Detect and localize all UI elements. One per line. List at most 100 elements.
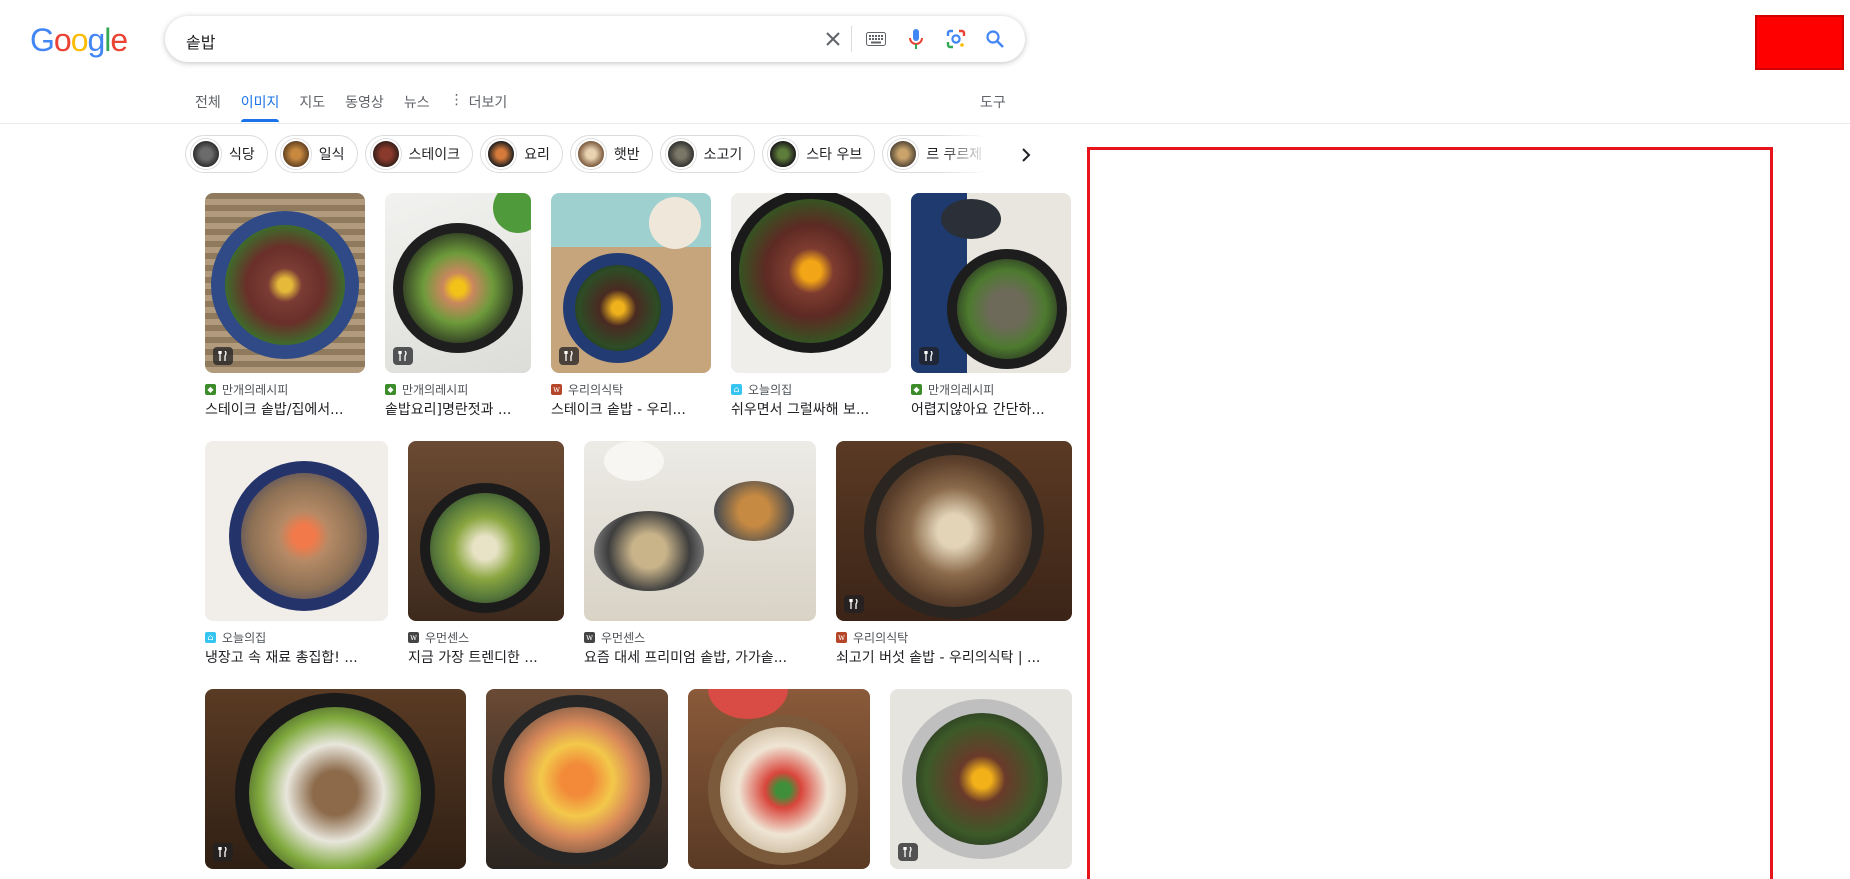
chip-restaurant[interactable]: 식당: [185, 135, 268, 173]
image-result[interactable]: ◆ 만개의레시피 솥밥요리]명란젓과 ...: [385, 193, 531, 420]
result-source: ⌂ 오늘의집: [731, 381, 891, 397]
tab-more[interactable]: ⋮ 더보기: [440, 86, 518, 122]
result-image[interactable]: [688, 689, 870, 869]
lens-icon[interactable]: [944, 27, 968, 51]
result-title[interactable]: 어렵지않아요 간단하...: [911, 400, 1071, 420]
recipe-badge: [559, 347, 579, 365]
chip-thumbnail: [370, 139, 401, 169]
results-row: [205, 689, 1072, 879]
image-result[interactable]: ◆ 만개의레시피 스테이크 솥밥/집에서...: [205, 193, 365, 420]
image-result[interactable]: ⌂ 오늘의집 냉장고 속 재료 총집합! ...: [205, 441, 388, 668]
search-input[interactable]: 솥밥: [186, 29, 215, 53]
keyboard-icon[interactable]: [864, 27, 888, 51]
result-title[interactable]: 요즘 대세 프리미엄 솥밥, 가가솥...: [584, 648, 816, 668]
result-image[interactable]: [731, 193, 891, 373]
result-title[interactable]: 쉬우면서 그럴싸해 보...: [731, 400, 891, 420]
chip-japanese[interactable]: 일식: [274, 135, 358, 173]
result-source: ◆ 만개의레시피: [385, 381, 531, 397]
result-source: w 우리의식탁: [551, 381, 711, 397]
page: Google 솥밥 전체 이미지 지도 동영상 뉴스 ⋮ 더보기 도구 식당 일…: [0, 0, 1850, 879]
chip-thumbnail: [575, 139, 606, 169]
food: [225, 225, 345, 345]
result-image[interactable]: [890, 689, 1072, 869]
image-result[interactable]: [486, 689, 668, 879]
chip-staub[interactable]: 스타 우브: [762, 135, 876, 173]
chip-label: 소고기: [703, 147, 743, 163]
chip-label: 스타 우브: [806, 147, 863, 163]
result-image[interactable]: [911, 193, 1071, 373]
image-result[interactable]: w 우먼센스 요즘 대세 프리미엄 솥밥, 가가솥...: [584, 441, 816, 668]
bowl: [649, 197, 701, 249]
site-favicon: w: [836, 631, 847, 643]
tab-videos[interactable]: 동영상: [335, 86, 394, 122]
refinement-chips: 식당 일식 스테이크 요리 햇반 소고기 스타 우브 르 쿠르제: [185, 135, 1010, 175]
recipe-badge: [919, 347, 939, 365]
recipe-badge: [213, 347, 233, 365]
search-box[interactable]: 솥밥: [165, 16, 1025, 62]
result-title[interactable]: 스테이크 솥밥 - 우리...: [551, 400, 711, 420]
image-result[interactable]: w 우먼센스 지금 가장 트렌디한 ...: [408, 441, 564, 668]
chip-cooking[interactable]: 요리: [480, 135, 563, 173]
google-logo[interactable]: Google: [30, 22, 128, 58]
image-result[interactable]: ◆ 만개의레시피 어렵지않아요 간단하...: [911, 193, 1071, 420]
chip-fade: [940, 135, 1010, 175]
food: [504, 707, 650, 853]
result-source: ◆ 만개의레시피: [911, 381, 1071, 397]
result-image[interactable]: [408, 441, 564, 621]
chip-steak[interactable]: 스테이크: [364, 135, 474, 173]
food: [249, 707, 421, 869]
image-result[interactable]: w 우리의식탁 스테이크 솥밥 - 우리...: [551, 193, 711, 420]
search-tabs: 전체 이미지 지도 동영상 뉴스 ⋮ 더보기: [185, 86, 517, 122]
chips-next-button[interactable]: [1012, 141, 1040, 169]
food: [430, 493, 540, 603]
food: [916, 713, 1048, 845]
result-image[interactable]: [836, 441, 1072, 621]
tab-maps[interactable]: 지도: [289, 86, 335, 122]
red-overlay-box: [1755, 15, 1844, 70]
result-image[interactable]: [584, 441, 816, 621]
site-favicon: w: [551, 383, 562, 395]
result-title[interactable]: 스테이크 솥밥/집에서...: [205, 400, 365, 420]
tabs-divider: [0, 123, 1850, 124]
recipe-badge: [844, 595, 864, 613]
result-image[interactable]: [205, 193, 365, 373]
result-source: w 우먼센스: [408, 629, 564, 645]
result-source: ⌂ 오늘의집: [205, 629, 388, 645]
result-title[interactable]: 지금 가장 트렌디한 ...: [408, 648, 564, 668]
food: [241, 473, 367, 599]
food: [739, 199, 883, 343]
chevron-right-icon: [1022, 148, 1031, 162]
image-result[interactable]: w 우리의식탁 쇠고기 버섯 솥밥 - 우리의식탁 | ...: [836, 441, 1072, 668]
image-result[interactable]: ⌂ 오늘의집 쉬우면서 그럴싸해 보...: [731, 193, 891, 420]
result-image[interactable]: [551, 193, 711, 373]
tools-button[interactable]: 도구: [980, 92, 1006, 112]
chip-beef[interactable]: 소고기: [659, 135, 756, 173]
tab-images[interactable]: 이미지: [231, 86, 290, 122]
result-image[interactable]: [486, 689, 668, 869]
food: [720, 727, 846, 853]
chip-thumbnail: [486, 139, 517, 169]
chip-thumbnail: [191, 139, 221, 169]
chip-label: 일식: [318, 147, 345, 163]
tab-more-label: 더보기: [468, 95, 508, 111]
tab-all[interactable]: 전체: [185, 86, 231, 122]
result-title[interactable]: 냉장고 속 재료 총집합! ...: [205, 648, 388, 668]
result-title[interactable]: 솥밥요리]명란젓과 ...: [385, 400, 531, 420]
site-favicon: w: [408, 631, 419, 643]
pot: [594, 511, 704, 591]
image-result[interactable]: [205, 689, 466, 879]
chip-label: 요리: [524, 147, 550, 163]
tab-news[interactable]: 뉴스: [394, 86, 440, 122]
clear-icon[interactable]: [821, 27, 845, 51]
result-image[interactable]: [205, 441, 388, 621]
result-title[interactable]: 쇠고기 버섯 솥밥 - 우리의식탁 | ...: [836, 648, 1072, 668]
image-result[interactable]: [890, 689, 1072, 879]
result-image[interactable]: [385, 193, 531, 373]
results-row: ◆ 만개의레시피 스테이크 솥밥/집에서... ◆ 만개의레시피 솥밥요리]명란젓과…: [205, 193, 1071, 420]
result-image[interactable]: [205, 689, 466, 869]
search-icon[interactable]: [983, 27, 1007, 51]
image-result[interactable]: [688, 689, 870, 879]
chip-thumbnail: [888, 139, 919, 169]
microphone-icon[interactable]: [904, 27, 928, 51]
chip-hetban[interactable]: 햇반: [569, 135, 653, 173]
